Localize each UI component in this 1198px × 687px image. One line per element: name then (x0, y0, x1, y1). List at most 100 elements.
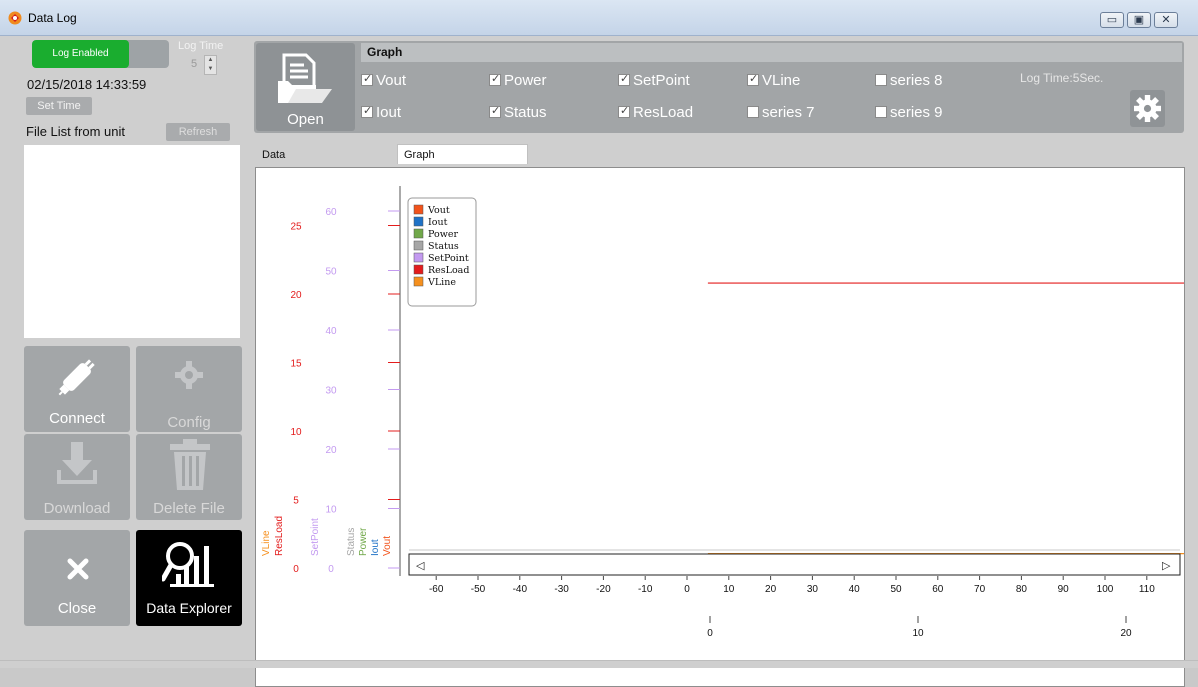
download-label: Download (43, 500, 111, 517)
resload-tick-label: 10 (290, 427, 302, 438)
graph-chart[interactable]: 0 5 10 15 20 25 0 10 20 30 40 50 60 VLine ResLoad SetPo… (255, 167, 1185, 687)
app-logo-icon (8, 11, 22, 25)
config-button[interactable]: Config (136, 346, 242, 432)
axis-title-iout: Iout (370, 539, 381, 556)
close-label: Close (57, 600, 97, 617)
data-explorer-label: Data Explorer (146, 600, 232, 616)
set-time-button[interactable]: Set Time (26, 97, 92, 115)
checkbox-vout[interactable]: Vout (361, 72, 406, 89)
x-tick-label: 100 (1097, 584, 1114, 595)
legend-swatch (413, 216, 424, 227)
checkbox-label: Power (504, 72, 547, 89)
checkbox-label: VLine (762, 72, 801, 89)
checkbox-label: series 9 (890, 104, 943, 121)
stepper-down-icon[interactable]: ▼ (205, 65, 216, 74)
status-bar (0, 660, 1198, 668)
axis-title-setpoint: SetPoint (310, 518, 321, 556)
x-tick-label: 60 (932, 584, 944, 595)
checkbox-box[interactable] (747, 72, 759, 86)
axis-title-vout: Vout (382, 536, 393, 556)
delete-file-button[interactable]: Delete File (136, 434, 242, 520)
axis-title-power: Power (358, 527, 369, 556)
graph-settings-button[interactable] (1130, 90, 1165, 127)
legend-label: Iout (428, 217, 448, 228)
tab-graph[interactable]: Graph (397, 144, 528, 164)
axis-title-resload: ResLoad (274, 516, 285, 556)
checkbox-setpoint[interactable]: SetPoint (618, 72, 690, 89)
analytics-icon (162, 542, 214, 587)
x-minute-label: 20 (1120, 628, 1132, 639)
checkbox-box[interactable] (875, 74, 887, 86)
checkbox-power[interactable]: Power (489, 72, 547, 89)
checkbox-box[interactable] (618, 104, 630, 118)
checkbox-series-8[interactable]: series 8 (875, 72, 943, 89)
connect-button[interactable]: Connect (24, 346, 130, 432)
resload-tick-label: 25 (290, 222, 302, 233)
x-tick-label: 90 (1058, 584, 1070, 595)
log-time-label: Log Time (178, 40, 224, 52)
connect-label: Connect (49, 410, 105, 427)
legend-swatch (413, 276, 424, 287)
checkbox-iout[interactable]: Iout (361, 104, 401, 121)
file-list-label: File List from unit (26, 124, 125, 139)
setpoint-tick-label: 50 (325, 267, 337, 278)
checkbox-label: Status (504, 104, 547, 121)
gear-icon (175, 361, 203, 389)
legend-label: Power (428, 229, 458, 240)
checkbox-box[interactable] (618, 72, 630, 86)
setpoint-tick-label: 60 (325, 207, 337, 218)
log-time-value: 5 (191, 58, 198, 70)
delete-file-label: Delete File (153, 500, 225, 517)
checkbox-label: SetPoint (633, 72, 690, 89)
checkbox-box[interactable] (489, 104, 501, 118)
checkbox-resload[interactable]: ResLoad (618, 104, 693, 121)
download-button[interactable]: Download (24, 434, 130, 520)
graph-toolbar: Open Graph Vout Power SetPoint VLine ser… (254, 41, 1184, 133)
checkbox-label: Iout (376, 104, 402, 121)
axis-title-status: Status (346, 528, 357, 556)
x-tick-label: -40 (513, 584, 528, 595)
maximize-button[interactable]: ▣ (1127, 12, 1151, 28)
close-button[interactable]: Close (24, 530, 130, 626)
plug-icon (58, 359, 95, 396)
checkbox-status[interactable]: Status (489, 104, 547, 121)
checkbox-box[interactable] (361, 72, 373, 86)
x-tick-label: 80 (1016, 584, 1028, 595)
checkbox-label: Vout (376, 72, 407, 89)
checkbox-box[interactable] (489, 72, 501, 86)
x-tick-label: 10 (723, 584, 735, 595)
x-tick-label: 0 (684, 584, 690, 595)
x-tick-label: -20 (596, 584, 611, 595)
legend-swatch (413, 252, 424, 263)
legend-label: VLine (427, 277, 456, 288)
log-time-stepper[interactable]: ▲ ▼ (204, 55, 217, 75)
tab-data[interactable]: Data (262, 145, 285, 165)
checkbox-box[interactable] (361, 104, 373, 118)
data-explorer-button[interactable]: Data Explorer (136, 530, 242, 626)
file-list[interactable] (24, 145, 240, 338)
scroll-right-icon: ▷ (1162, 560, 1171, 572)
checkbox-vline[interactable]: VLine (747, 72, 800, 89)
checkbox-box[interactable] (747, 106, 759, 118)
open-button[interactable]: Open (256, 43, 355, 131)
scroll-left-icon: ◁ (416, 560, 425, 572)
legend-swatch (413, 240, 424, 251)
resload-tick-label: 15 (290, 359, 302, 370)
x-tick-label: -60 (429, 584, 444, 595)
log-enabled-toggle[interactable]: Log Enabled (32, 40, 169, 68)
checkbox-box[interactable] (875, 106, 887, 118)
checkbox-series-9[interactable]: series 9 (875, 104, 943, 121)
x-tick-label: 20 (765, 584, 777, 595)
chart-svg: 05101520250102030405060VLine ResLoad SetPo… (261, 186, 1184, 639)
legend-swatch (413, 228, 424, 239)
checkbox-series-7[interactable]: series 7 (747, 104, 815, 121)
close-window-button[interactable]: ✕ (1154, 12, 1178, 28)
refresh-button[interactable]: Refresh (166, 123, 230, 141)
stepper-up-icon[interactable]: ▲ (205, 56, 216, 65)
trash-icon (170, 439, 210, 490)
minimize-button[interactable]: ▭ (1100, 12, 1124, 28)
config-label: Config (167, 414, 211, 431)
x-minute-label: 10 (912, 628, 924, 639)
close-x-icon (67, 558, 89, 580)
gear-icon (1134, 95, 1161, 122)
